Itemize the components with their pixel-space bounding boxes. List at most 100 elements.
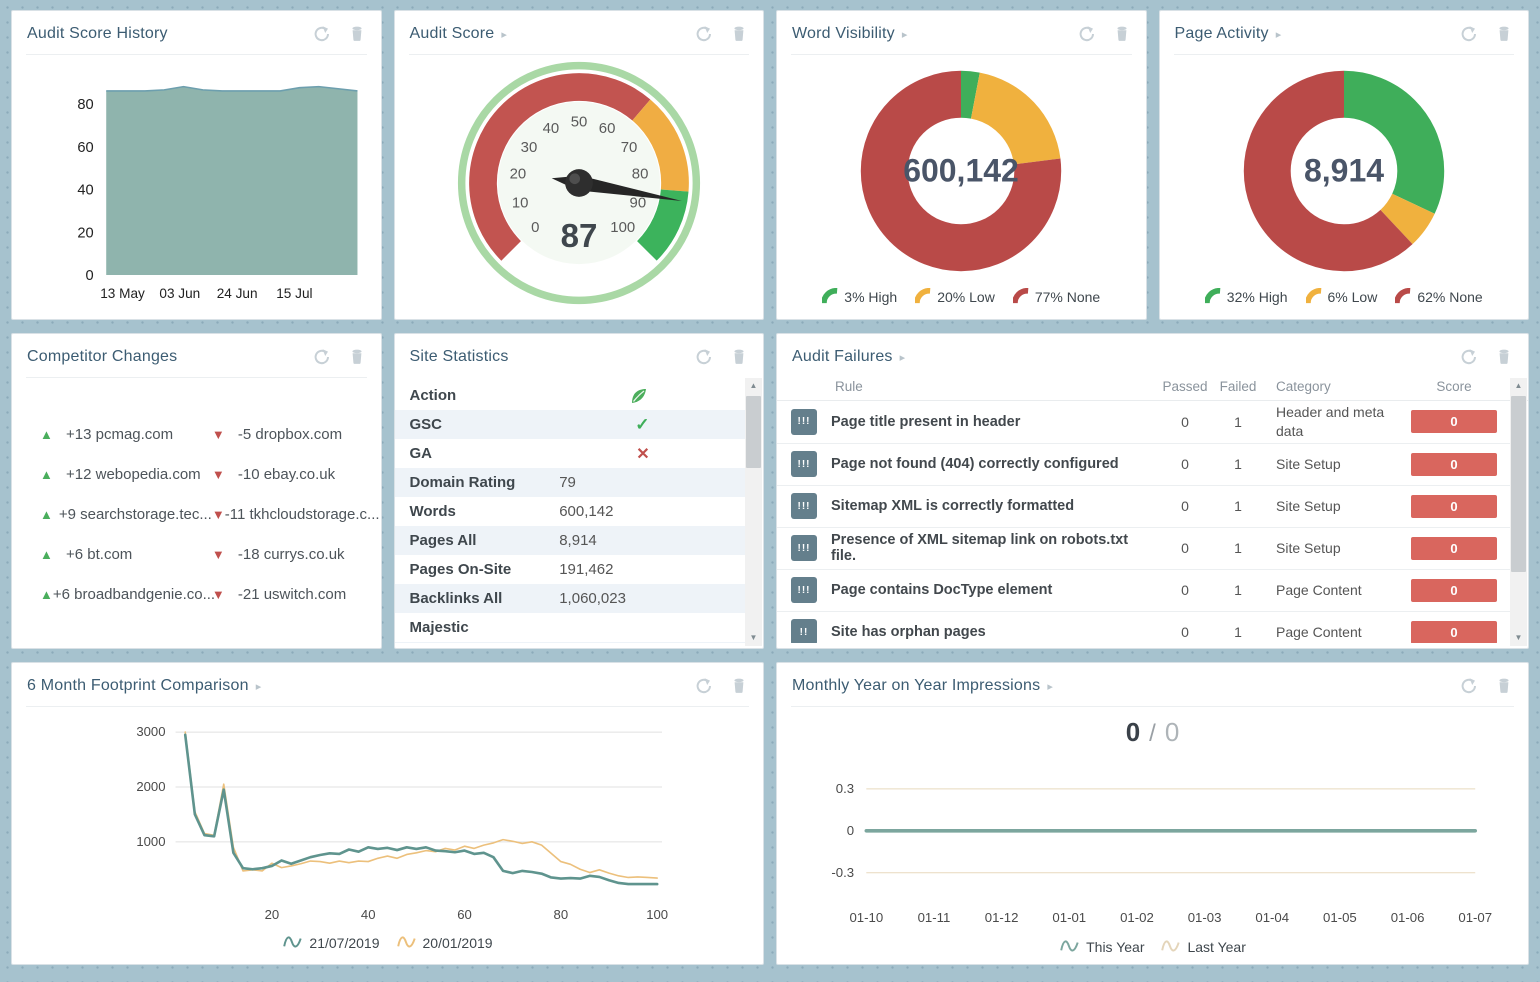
down-triangle-icon: ▼ (212, 467, 238, 482)
competitor-item: ▲+13 pcmag.com (40, 414, 212, 454)
chevron-right-icon[interactable]: ▸ (902, 28, 908, 41)
page-activity-legend: 32% High6% Low62% None (1160, 288, 1529, 305)
rule-name: Page not found (404) correctly configure… (831, 456, 1156, 472)
refresh-icon[interactable] (1077, 24, 1097, 44)
chevron-right-icon[interactable]: ▸ (1047, 680, 1053, 693)
competitor-item: ▼-10 ebay.co.uk (212, 454, 371, 494)
leaf-icon (629, 386, 649, 406)
svg-text:10: 10 (512, 194, 529, 211)
svg-text:60: 60 (599, 120, 616, 137)
scroll-up-arrow[interactable]: ▲ (1510, 378, 1527, 394)
up-triangle-icon: ▲ (40, 547, 66, 562)
refresh-icon[interactable] (1459, 24, 1479, 44)
svg-text:80: 80 (632, 166, 649, 183)
stat-label: Backlinks All (410, 590, 560, 607)
trash-icon[interactable] (729, 347, 749, 367)
widget-title: Site Statistics (410, 348, 509, 366)
down-triangle-icon: ▼ (212, 427, 238, 442)
yoy-last-year-value: 0 (1165, 717, 1179, 748)
up-triangle-icon: ▲ (40, 587, 53, 602)
audit-failure-row[interactable]: !!!Presence of XML sitemap link on robot… (777, 528, 1510, 570)
refresh-icon[interactable] (1459, 347, 1479, 367)
svg-text:-0.3: -0.3 (831, 865, 854, 880)
up-triangle-icon: ▲ (40, 467, 66, 482)
stat-label: Domain Rating (410, 474, 560, 491)
category-label: Site Setup (1276, 497, 1404, 516)
trash-icon[interactable] (1112, 24, 1132, 44)
trash-icon[interactable] (347, 347, 367, 367)
stat-label: Action (410, 387, 560, 404)
stat-label: GA (410, 445, 560, 462)
trash-icon[interactable] (729, 676, 749, 696)
svg-text:01-02: 01-02 (1120, 910, 1154, 925)
widget-header: Audit Score History (12, 11, 381, 54)
svg-text:40: 40 (77, 183, 93, 199)
category-label: Site Setup (1276, 455, 1404, 474)
trash-icon[interactable] (1494, 347, 1514, 367)
rule-grid-icon: !!! (791, 493, 817, 519)
svg-text:87: 87 (560, 218, 597, 255)
refresh-icon[interactable] (312, 347, 332, 367)
svg-text:0.3: 0.3 (836, 781, 854, 796)
svg-text:8,914: 8,914 (1304, 153, 1384, 189)
audit-failure-row[interactable]: !!!Sitemap XML is correctly formatted01S… (777, 486, 1510, 528)
competitor-gainers: ▲+13 pcmag.com▲+12 webopedia.com▲+9 sear… (40, 414, 212, 614)
scroll-down-arrow[interactable]: ▼ (1510, 630, 1527, 646)
svg-text:50: 50 (570, 113, 587, 130)
refresh-icon[interactable] (1459, 676, 1479, 696)
trash-icon[interactable] (1494, 24, 1514, 44)
category-label: Page Content (1276, 581, 1404, 600)
page-activity-donut: 8,914 (1160, 55, 1529, 284)
svg-text:60: 60 (457, 907, 472, 922)
chevron-right-icon[interactable]: ▸ (900, 351, 906, 364)
audit-failure-row[interactable]: !!Site has orphan pages01Page Content0 (777, 612, 1510, 643)
legend-arc-icon (822, 288, 839, 305)
refresh-icon[interactable] (694, 24, 714, 44)
svg-text:20: 20 (265, 907, 280, 922)
widget-header: 6 Month Footprint Comparison ▸ (12, 663, 763, 706)
scrollbar-thumb[interactable] (1511, 396, 1526, 572)
stat-value: 79 (559, 474, 576, 491)
category-label: Site Setup (1276, 539, 1404, 558)
refresh-icon[interactable] (694, 347, 714, 367)
legend-item: 3% High (822, 288, 897, 305)
yoy-line-chart: 0.30-0.301-1001-1101-1201-0101-0201-0301… (777, 753, 1528, 935)
column-rule: Rule (835, 379, 1156, 394)
score-cell: 0 (1410, 537, 1498, 560)
svg-text:3000: 3000 (136, 724, 165, 739)
site-stat-row: Words600,142 (395, 497, 746, 526)
scroll-up-arrow[interactable]: ▲ (745, 378, 762, 394)
dashboard: Audit Score History 02040608013 May03 Ju… (0, 0, 1540, 975)
trash-icon[interactable] (347, 24, 367, 44)
legend-item: 77% None (1013, 288, 1100, 305)
trash-icon[interactable] (729, 24, 749, 44)
competitor-item: ▲+6 broadbandgenie.co... (40, 574, 212, 614)
scrollbar[interactable]: ▲ ▼ (745, 378, 762, 646)
competitor-item: ▲+9 searchstorage.tec... (40, 494, 212, 534)
competitor-label: -10 ebay.co.uk (238, 466, 335, 483)
chevron-right-icon[interactable]: ▸ (1276, 28, 1282, 41)
scroll-down-arrow[interactable]: ▼ (745, 630, 762, 646)
competitor-item: ▲+12 webopedia.com (40, 454, 212, 494)
audit-failure-row[interactable]: !!!Page not found (404) correctly config… (777, 444, 1510, 486)
audit-failure-row[interactable]: !!!Page title present in header01Header … (777, 401, 1510, 444)
site-stat-row: Pages On-Site191,462 (395, 555, 746, 584)
widget-header: Word Visibility ▸ (777, 11, 1146, 54)
chevron-right-icon[interactable]: ▸ (256, 680, 262, 693)
refresh-icon[interactable] (312, 24, 332, 44)
passed-count: 0 (1156, 414, 1214, 430)
scrollbar-thumb[interactable] (746, 396, 761, 468)
widget-word-visibility: Word Visibility ▸ 600,142 3% High20% Low… (776, 10, 1147, 320)
competitor-label: +6 broadbandgenie.co... (53, 586, 215, 603)
trash-icon[interactable] (1494, 676, 1514, 696)
scrollbar[interactable]: ▲ ▼ (1510, 378, 1527, 646)
failed-count: 1 (1214, 624, 1262, 640)
site-stat-row: Pages All8,914 (395, 526, 746, 555)
site-stat-row: GA✕ (395, 439, 746, 468)
legend-arc-icon (1395, 288, 1412, 305)
svg-text:20: 20 (509, 166, 526, 183)
chevron-right-icon[interactable]: ▸ (501, 28, 507, 41)
stat-label: GSC (410, 416, 560, 433)
refresh-icon[interactable] (694, 676, 714, 696)
audit-failure-row[interactable]: !!!Page contains DocType element01Page C… (777, 570, 1510, 612)
